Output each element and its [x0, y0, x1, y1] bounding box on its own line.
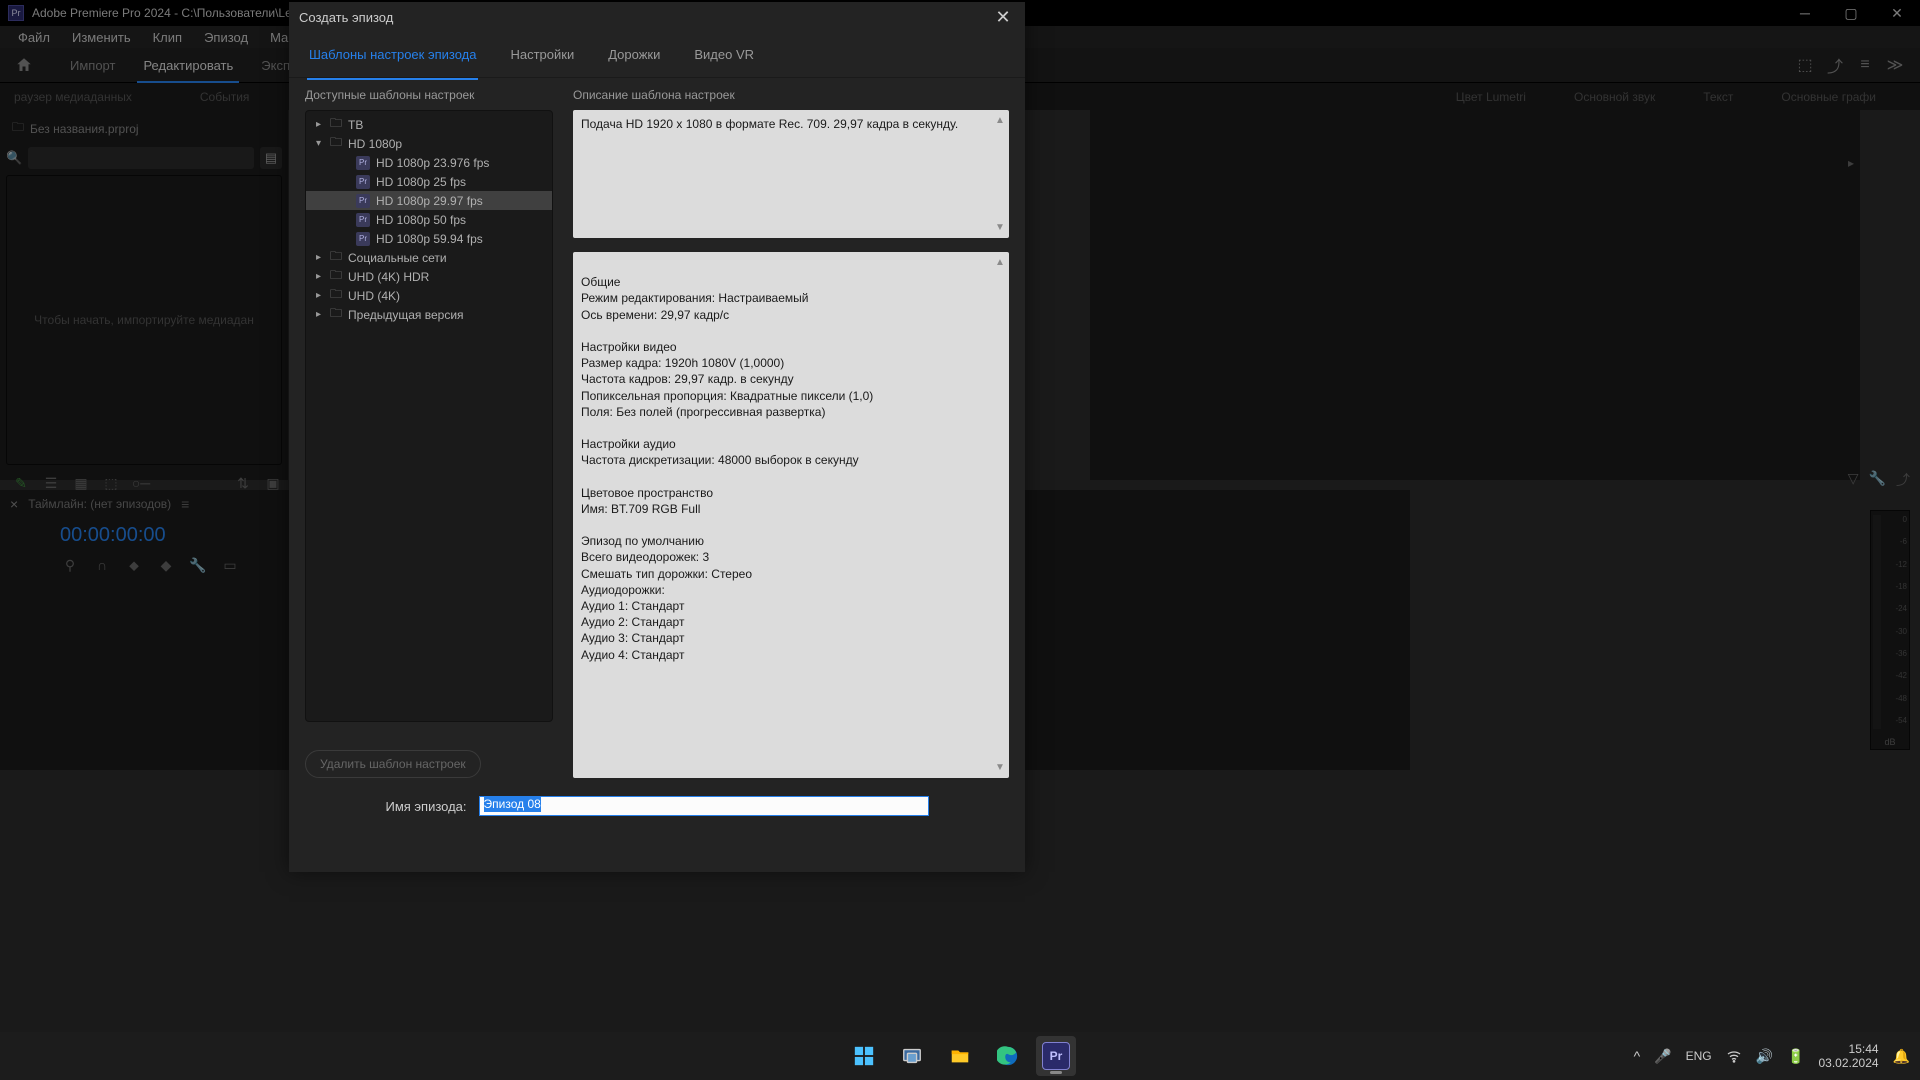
- meter-tick: -6: [1887, 537, 1907, 546]
- workspace-edit[interactable]: Редактировать: [131, 54, 245, 77]
- preset-tree[interactable]: ▸🗀ТВ▾🗀HD 1080pPrHD 1080p 23.976 fpsPrHD …: [305, 110, 553, 722]
- meter-tick: -18: [1887, 582, 1907, 591]
- tray-chevron-icon[interactable]: ^: [1634, 1048, 1641, 1064]
- dialog-tab-presets[interactable]: Шаблоны настроек эпизода: [307, 41, 478, 68]
- menu-file[interactable]: Файл: [8, 28, 60, 47]
- tree-preset[interactable]: PrHD 1080p 25 fps: [306, 172, 552, 191]
- wifi-icon[interactable]: [1726, 1048, 1742, 1064]
- project-empty-text: Чтобы начать, импортируйте медиадан: [34, 313, 254, 327]
- overflow-icon[interactable]: ≫: [1880, 50, 1910, 80]
- desc-label: Описание шаблона настроек: [573, 88, 1009, 102]
- taskview-icon[interactable]: [892, 1036, 932, 1076]
- volume-icon[interactable]: 🔊: [1756, 1048, 1773, 1065]
- tab-media-browser[interactable]: раузер медиаданных: [0, 86, 146, 108]
- pm-export-icon[interactable]: ⤴: [1896, 470, 1910, 490]
- notifications-icon[interactable]: 🔔: [1893, 1048, 1910, 1065]
- scroll-up-icon[interactable]: ▲: [995, 114, 1007, 128]
- tree-folder[interactable]: ▸🗀Социальные сети: [306, 248, 552, 267]
- workspace-menu-icon[interactable]: ≡: [1850, 50, 1880, 80]
- clock[interactable]: 15:44 03.02.2024: [1819, 1042, 1879, 1071]
- tl-icon-1[interactable]: ⚲: [60, 555, 80, 575]
- project-panel: 🗀 Без названия.prproj 🔍 ▤ Чтобы начать, …: [0, 110, 288, 480]
- tree-folder[interactable]: ▾🗀HD 1080p: [306, 134, 552, 153]
- language-indicator[interactable]: ENG: [1686, 1049, 1712, 1063]
- project-name: Без названия.prproj: [30, 122, 139, 136]
- tl-marker-icon[interactable]: ⬥: [124, 555, 144, 575]
- scroll-down-icon[interactable]: ▼: [995, 221, 1007, 235]
- dialog-tab-vr[interactable]: Видео VR: [692, 41, 756, 68]
- dialog-tab-tracks[interactable]: Дорожки: [606, 41, 662, 68]
- tab-essential-sound[interactable]: Основной звук: [1560, 86, 1669, 108]
- scroll-down-icon[interactable]: ▼: [995, 761, 1007, 775]
- bin-icon: 🗀: [12, 118, 24, 139]
- menu-clip[interactable]: Клип: [143, 28, 192, 47]
- timeline-close-icon[interactable]: ×: [10, 496, 18, 512]
- monitor-collapse-icon[interactable]: ▸: [1848, 156, 1854, 170]
- menu-sequence[interactable]: Эпизод: [194, 28, 258, 47]
- app-icon: Pr: [8, 5, 24, 21]
- windows-taskbar: Pr ^ 🎤 ENG 🔊 🔋 15:44 03.02.2024 🔔: [0, 1032, 1920, 1080]
- search-icon: 🔍: [6, 150, 22, 166]
- tree-folder[interactable]: ▸🗀UHD (4K) HDR: [306, 267, 552, 286]
- meter-tick: -30: [1887, 627, 1907, 636]
- close-button[interactable]: ✕: [1874, 0, 1920, 26]
- tree-preset[interactable]: PrHD 1080p 59.94 fps: [306, 229, 552, 248]
- dialog-tab-settings[interactable]: Настройки: [508, 41, 576, 68]
- premiere-icon[interactable]: Pr: [1036, 1036, 1076, 1076]
- tl-snap-icon[interactable]: ∩: [92, 555, 112, 575]
- meter-tick: -42: [1887, 671, 1907, 680]
- tree-label: Доступные шаблоны настроек: [305, 88, 553, 102]
- desc-short: Подача HD 1920 x 1080 в формате Rec. 709…: [573, 110, 1009, 238]
- delete-preset-button[interactable]: Удалить шаблон настроек: [305, 750, 481, 778]
- tree-folder[interactable]: ▸🗀Предыдущая версия: [306, 305, 552, 324]
- tab-lumetri[interactable]: Цвет Lumetri: [1442, 86, 1540, 108]
- quick-export-icon[interactable]: ⬚: [1790, 50, 1820, 80]
- tree-folder[interactable]: ▸🗀UHD (4K): [306, 286, 552, 305]
- maximize-button[interactable]: ▢: [1828, 0, 1874, 26]
- start-icon[interactable]: [844, 1036, 884, 1076]
- dialog-title: Создать эпизод: [299, 10, 991, 25]
- tree-preset[interactable]: PrHD 1080p 50 fps: [306, 210, 552, 229]
- desc-long: Общие Режим редактирования: Настраиваемы…: [573, 252, 1009, 778]
- timeline-menu-icon[interactable]: ≡: [181, 496, 189, 512]
- program-monitor: ▸: [1090, 110, 1860, 480]
- pm-filter-icon[interactable]: ▽: [1848, 470, 1859, 490]
- explorer-icon[interactable]: [940, 1036, 980, 1076]
- audio-meter: 0 -6 -12 -18 -24 -30 -36 -42 -48 -54 dB: [1870, 510, 1910, 750]
- tab-essential-graphics[interactable]: Основные графи: [1767, 86, 1890, 108]
- dialog-close-icon[interactable]: ✕: [991, 5, 1015, 29]
- pm-settings-icon[interactable]: 🔧: [1869, 470, 1886, 490]
- workspace-import[interactable]: Импорт: [58, 54, 127, 77]
- mic-icon[interactable]: 🎤: [1654, 1048, 1671, 1065]
- project-empty-area[interactable]: Чтобы начать, импортируйте медиадан: [6, 175, 282, 465]
- tab-text[interactable]: Текст: [1689, 86, 1747, 108]
- minimize-button[interactable]: ─: [1782, 0, 1828, 26]
- tl-icon-4[interactable]: ◆: [156, 555, 176, 575]
- tl-settings-icon[interactable]: 🔧: [188, 555, 208, 575]
- timeline-title: Таймлайн: (нет эпизодов): [28, 497, 171, 511]
- sequence-name-input[interactable]: Эпизод 08: [479, 796, 929, 816]
- tree-folder[interactable]: ▸🗀ТВ: [306, 115, 552, 134]
- meter-tick: -24: [1887, 604, 1907, 613]
- edge-icon[interactable]: [988, 1036, 1028, 1076]
- battery-icon[interactable]: 🔋: [1787, 1048, 1804, 1065]
- scroll-up-icon[interactable]: ▲: [995, 256, 1007, 270]
- tab-events[interactable]: События: [186, 86, 264, 108]
- meter-tick: -54: [1887, 716, 1907, 725]
- meter-tick: -48: [1887, 694, 1907, 703]
- meter-unit: dB: [1871, 737, 1909, 747]
- meter-tick: 0: [1887, 515, 1907, 524]
- filter-icon[interactable]: ▤: [260, 147, 282, 169]
- project-search-input[interactable]: [28, 147, 254, 169]
- meter-tick: -36: [1887, 649, 1907, 658]
- share-icon[interactable]: ⤴: [1820, 50, 1850, 80]
- tree-preset[interactable]: PrHD 1080p 29.97 fps: [306, 191, 552, 210]
- home-icon[interactable]: [10, 51, 38, 79]
- tl-icon-6[interactable]: ▭: [220, 555, 240, 575]
- meter-tick: -12: [1887, 560, 1907, 569]
- tree-preset[interactable]: PrHD 1080p 23.976 fps: [306, 153, 552, 172]
- new-sequence-dialog: Создать эпизод ✕ Шаблоны настроек эпизод…: [289, 2, 1025, 872]
- menu-edit[interactable]: Изменить: [62, 28, 141, 47]
- sequence-name-label: Имя эпизода:: [385, 799, 466, 814]
